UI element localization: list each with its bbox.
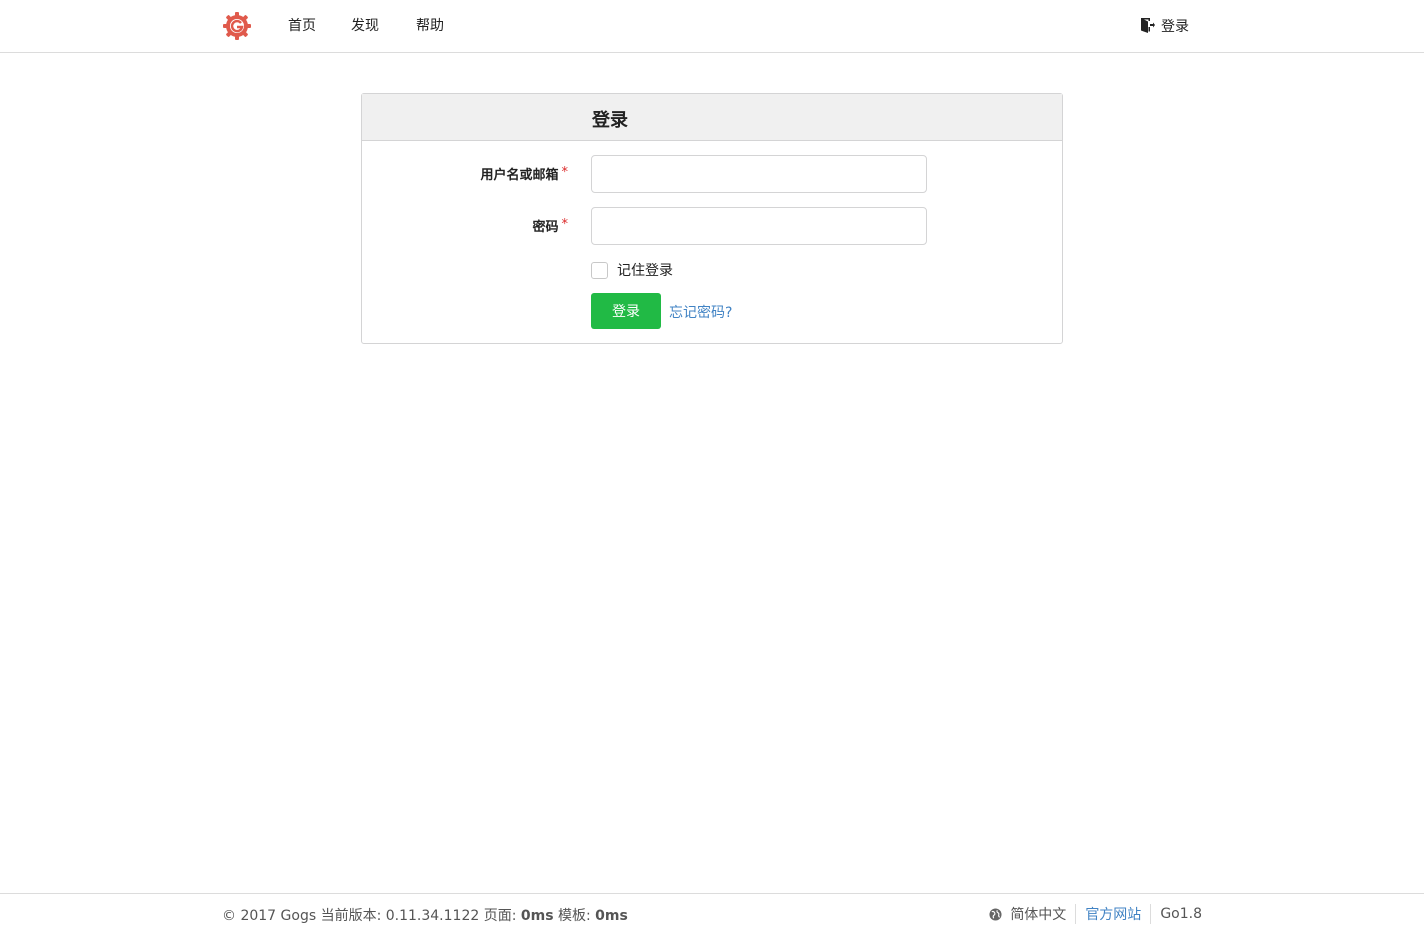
nav-home[interactable]: 首页 [288, 17, 316, 35]
language-dropdown[interactable]: 简体中文 [1010, 904, 1075, 924]
footer-template-time: 0ms [595, 908, 628, 924]
nav-explore[interactable]: 发现 [351, 17, 379, 35]
password-label-text: 密码 [532, 220, 559, 235]
username-label-text: 用户名或邮箱 [480, 168, 559, 183]
footer: © 2017 Gogs 当前版本: 0.11.34.1122 页面: 0ms 模… [0, 893, 1424, 933]
official-site-link[interactable]: 官方网站 [1076, 904, 1150, 924]
remember-checkbox[interactable] [591, 261, 608, 279]
username-label: 用户名或邮箱 * [348, 164, 568, 183]
password-label: 密码 * [348, 216, 568, 235]
gogs-logo-icon[interactable] [222, 11, 252, 41]
nav-help[interactable]: 帮助 [416, 17, 444, 35]
go-version: Go1.8 [1160, 906, 1202, 922]
footer-links: 简体中文 官方网站 Go1.8 [989, 904, 1202, 924]
footer-page-time: 0ms [520, 908, 554, 924]
username-input[interactable] [591, 155, 927, 193]
login-title: 登录 [592, 110, 628, 131]
remember-me[interactable]: 记住登录 [591, 260, 673, 280]
footer-template-label: 模板: [553, 908, 596, 924]
required-mark: * [561, 217, 569, 232]
header-signin-label: 登录 [1161, 19, 1189, 35]
required-mark: * [561, 165, 569, 180]
signin-button[interactable]: 登录 [591, 293, 661, 329]
footer-copyright: © 2017 Gogs 当前版本: 0.11.34.1122 页面: [222, 908, 521, 924]
forgot-password-link[interactable]: 忘记密码? [669, 302, 732, 322]
top-navbar: 首页 发现 帮助 登录 [0, 0, 1424, 53]
sign-in-icon [1141, 18, 1155, 33]
login-form-header: 登录 [362, 94, 1062, 141]
remember-label: 记住登录 [617, 263, 673, 279]
password-input[interactable] [591, 207, 927, 245]
login-form: 登录 用户名或邮箱 * 密码 * 记住登录 登录 忘记密码? [361, 93, 1063, 344]
footer-version-info: © 2017 Gogs 当前版本: 0.11.34.1122 页面: 0ms 模… [222, 905, 628, 925]
globe-icon [989, 907, 1002, 921]
header-signin-link[interactable]: 登录 [1139, 16, 1189, 36]
